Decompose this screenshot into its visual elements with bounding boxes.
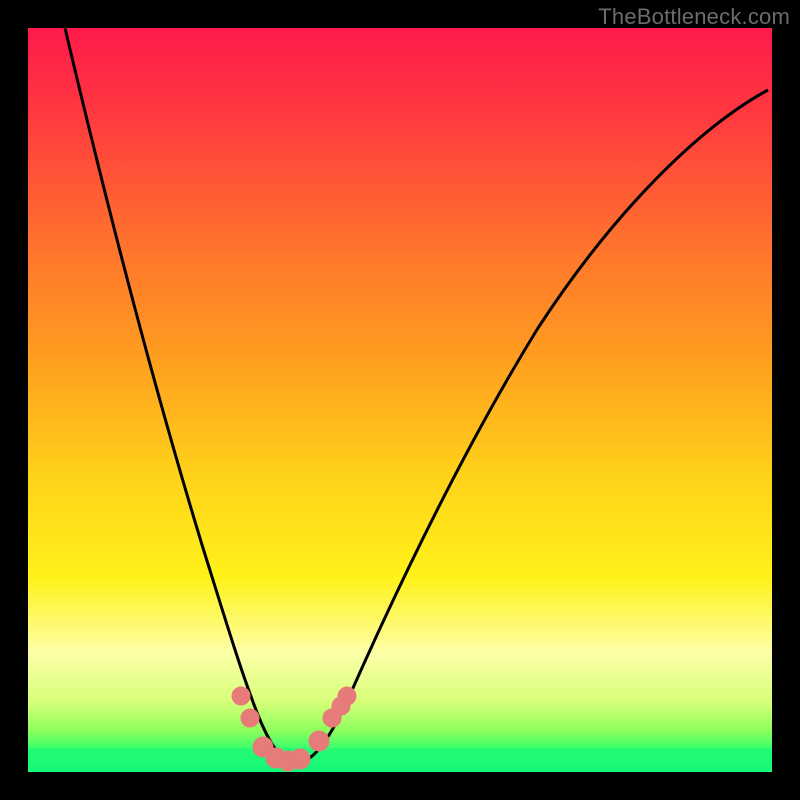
chart-plot-area: [28, 28, 772, 772]
chart-svg: [28, 28, 772, 772]
green-band: [28, 748, 772, 772]
gradient-background: [28, 28, 772, 772]
watermark-text: TheBottleneck.com: [598, 4, 790, 30]
chart-frame: TheBottleneck.com: [0, 0, 800, 800]
